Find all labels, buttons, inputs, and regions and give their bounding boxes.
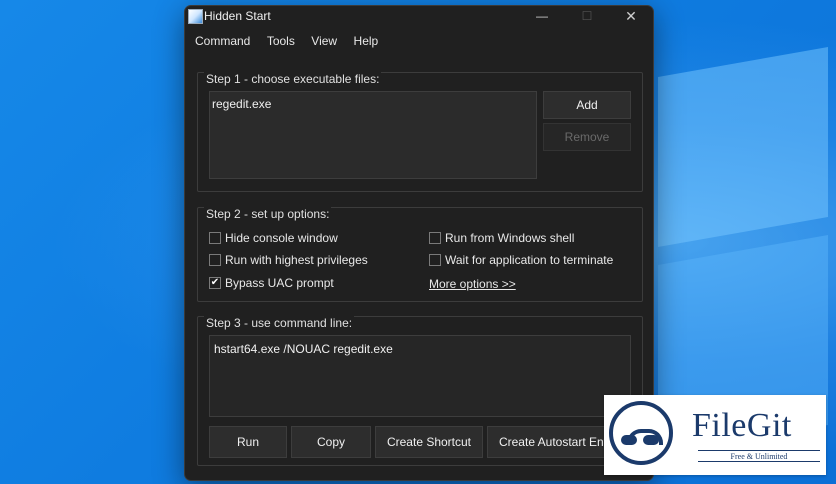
option-label: Hide console window bbox=[225, 231, 338, 245]
create-shortcut-button[interactable]: Create Shortcut bbox=[375, 426, 483, 458]
step1-group: Step 1 - choose executable files: regedi… bbox=[197, 72, 643, 192]
run-button[interactable]: Run bbox=[209, 426, 287, 458]
window-title: Hidden Start bbox=[204, 9, 271, 23]
command-line-field[interactable]: hstart64.exe /NOUAC regedit.exe bbox=[209, 335, 631, 417]
close-button[interactable]: ✕ bbox=[609, 6, 653, 28]
cloud-lobe bbox=[621, 435, 637, 445]
checkbox-box[interactable] bbox=[429, 254, 441, 266]
menu-view[interactable]: View bbox=[305, 32, 343, 50]
menu-help[interactable]: Help bbox=[348, 32, 385, 50]
option-label: Run with highest privileges bbox=[225, 253, 368, 267]
menu-tools[interactable]: Tools bbox=[261, 32, 301, 50]
checkbox-box[interactable] bbox=[209, 232, 221, 244]
checkbox-box[interactable] bbox=[429, 232, 441, 244]
app-icon bbox=[188, 9, 203, 24]
copy-button[interactable]: Copy bbox=[291, 426, 371, 458]
checkbox-box[interactable] bbox=[209, 254, 221, 266]
more-options-link[interactable]: More options >> bbox=[429, 277, 516, 291]
command-line-text: hstart64.exe /NOUAC regedit.exe bbox=[214, 342, 393, 356]
file-list-item[interactable]: regedit.exe bbox=[212, 97, 271, 111]
cloud-logo-icon bbox=[609, 401, 673, 465]
filegit-watermark: FileGit Free & Unlimited bbox=[604, 395, 826, 475]
checkmark-icon[interactable]: ✔ bbox=[209, 277, 221, 289]
title-bar[interactable]: Hidden Start — ☐ ✕ bbox=[185, 6, 653, 28]
step3-title: Step 3 - use command line: bbox=[204, 316, 355, 330]
watermark-name: FileGit bbox=[692, 407, 792, 444]
menu-command[interactable]: Command bbox=[189, 32, 256, 50]
executable-file-list[interactable]: regedit.exe bbox=[209, 91, 537, 179]
step2-group: Step 2 - set up options: Hide console wi… bbox=[197, 207, 643, 302]
step3-group: Step 3 - use command line: hstart64.exe … bbox=[197, 316, 643, 466]
option-label: Run from Windows shell bbox=[445, 231, 575, 245]
menu-bar: Command Tools View Help bbox=[189, 32, 384, 52]
option-label: Bypass UAC prompt bbox=[225, 276, 334, 290]
cloud-lobe bbox=[643, 435, 659, 445]
hidden-start-window: Hidden Start — ☐ ✕ Command Tools View He… bbox=[184, 5, 654, 481]
option-label: Wait for application to terminate bbox=[445, 253, 614, 267]
watermark-tagline: Free & Unlimited bbox=[698, 450, 820, 462]
maximize-button[interactable]: ☐ bbox=[565, 6, 609, 28]
add-button[interactable]: Add bbox=[543, 91, 631, 119]
minimize-button[interactable]: — bbox=[520, 6, 564, 28]
step2-title: Step 2 - set up options: bbox=[204, 207, 332, 221]
remove-button[interactable]: Remove bbox=[543, 123, 631, 151]
logo-pane bbox=[658, 47, 828, 247]
step1-title: Step 1 - choose executable files: bbox=[204, 72, 382, 86]
